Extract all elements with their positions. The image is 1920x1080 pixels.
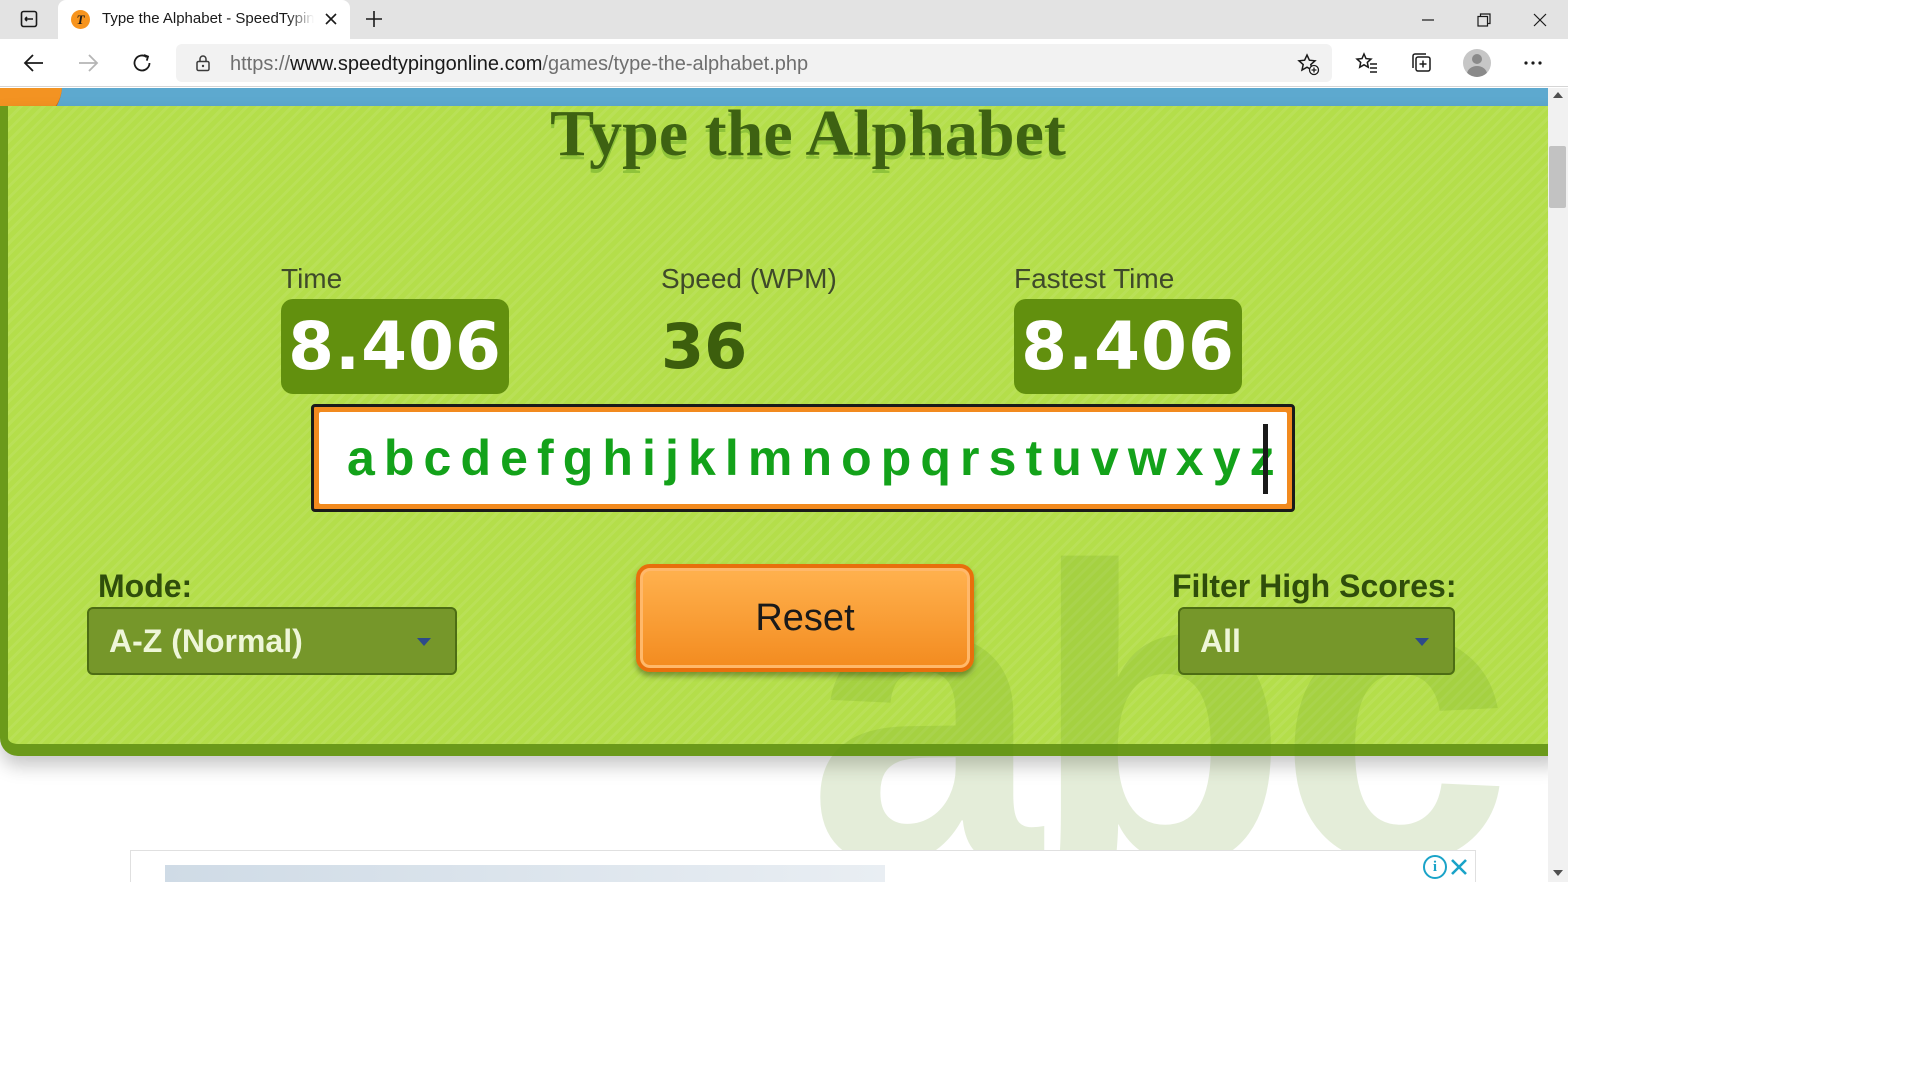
speed-value: 36	[661, 310, 748, 383]
mode-label: Mode:	[98, 568, 193, 604]
fastest-time-value: 8.406	[1014, 299, 1242, 394]
forward-button[interactable]	[72, 47, 104, 79]
reset-button[interactable]: Reset	[636, 564, 974, 672]
game-title: Type the Alphabet	[550, 97, 1066, 170]
favorites-icon	[1355, 52, 1377, 73]
restore-icon	[1477, 12, 1491, 27]
url-host: www.speedtypingonline.com	[290, 53, 543, 75]
tab-strip: T Type the Alphabet - SpeedTypingOnline	[0, 0, 1568, 39]
typing-input[interactable]	[319, 412, 1287, 504]
time-label: Time	[281, 263, 343, 294]
forward-arrow-icon	[79, 54, 99, 72]
alphabet-watermark: abc	[808, 481, 1512, 883]
filter-high-scores-label: Filter High Scores:	[1172, 568, 1457, 604]
fastest-time-label: Fastest Time	[1014, 263, 1175, 294]
more-options-button[interactable]	[1517, 47, 1549, 79]
window-close-button[interactable]	[1512, 0, 1568, 39]
scrollbar-thumb[interactable]	[1549, 146, 1566, 208]
window-close-icon	[1533, 13, 1547, 26]
site-favicon-icon: T	[71, 10, 90, 29]
filter-selected-value: All	[1200, 622, 1241, 659]
scroll-up-arrow-icon[interactable]	[1553, 92, 1563, 98]
filter-high-scores-select[interactable]: All	[1178, 607, 1455, 675]
tab-title: Type the Alphabet - SpeedTypingOnline	[102, 10, 314, 27]
collections-icon	[1412, 53, 1431, 72]
minimize-button[interactable]	[1400, 0, 1456, 39]
mode-selected-value: A-Z (Normal)	[109, 622, 303, 659]
url-scheme: https://	[230, 53, 291, 75]
profile-avatar-icon	[1463, 49, 1491, 77]
speed-label: Speed (WPM)	[661, 263, 837, 294]
url-text[interactable]: https://www.speedtypingonline.com/games/…	[230, 53, 808, 76]
browser-toolbar: https://www.speedtypingonline.com/games/…	[0, 39, 1568, 87]
dropdown-arrow-icon	[1415, 638, 1429, 646]
typing-input-box	[319, 412, 1287, 504]
add-favorite-icon[interactable]	[1296, 52, 1320, 76]
page-viewport: abc Type the Alphabet Time 8.406 Speed (…	[0, 88, 1548, 882]
vertical-scrollbar[interactable]	[1548, 88, 1568, 882]
close-icon	[325, 13, 337, 25]
typing-input-frame	[311, 404, 1295, 512]
address-bar[interactable]: https://www.speedtypingonline.com/games/…	[176, 44, 1332, 82]
active-tab[interactable]: T Type the Alphabet - SpeedTypingOnline	[58, 0, 350, 39]
ad-close-button[interactable]	[1447, 855, 1471, 879]
mode-select[interactable]: A-Z (Normal)	[87, 607, 457, 675]
url-path: /games/type-the-alphabet.php	[542, 53, 809, 75]
collections-button[interactable]	[1405, 47, 1437, 79]
refresh-icon	[133, 54, 151, 72]
dropdown-arrow-icon	[417, 638, 431, 646]
back-button[interactable]	[18, 47, 50, 79]
minimize-icon	[1422, 18, 1434, 21]
more-options-icon	[1524, 61, 1542, 65]
profile-button[interactable]	[1461, 47, 1493, 79]
tab-actions-icon	[20, 10, 38, 28]
ad-info-icon[interactable]: i	[1423, 855, 1447, 879]
tab-actions-button[interactable]	[14, 6, 44, 32]
text-caret	[1263, 424, 1268, 494]
lock-icon[interactable]	[194, 54, 212, 72]
restore-button[interactable]	[1456, 0, 1512, 39]
plus-icon	[366, 11, 382, 27]
close-icon	[1451, 859, 1467, 875]
ad-image[interactable]	[165, 865, 885, 882]
tab-close-button[interactable]	[320, 8, 342, 30]
back-arrow-icon	[23, 54, 43, 72]
favorites-button[interactable]	[1351, 47, 1383, 79]
new-tab-button[interactable]	[360, 6, 388, 32]
refresh-button[interactable]	[126, 47, 158, 79]
scroll-down-arrow-icon[interactable]	[1553, 870, 1563, 876]
ad-banner[interactable]: i	[130, 850, 1476, 882]
time-value: 8.406	[281, 299, 509, 394]
